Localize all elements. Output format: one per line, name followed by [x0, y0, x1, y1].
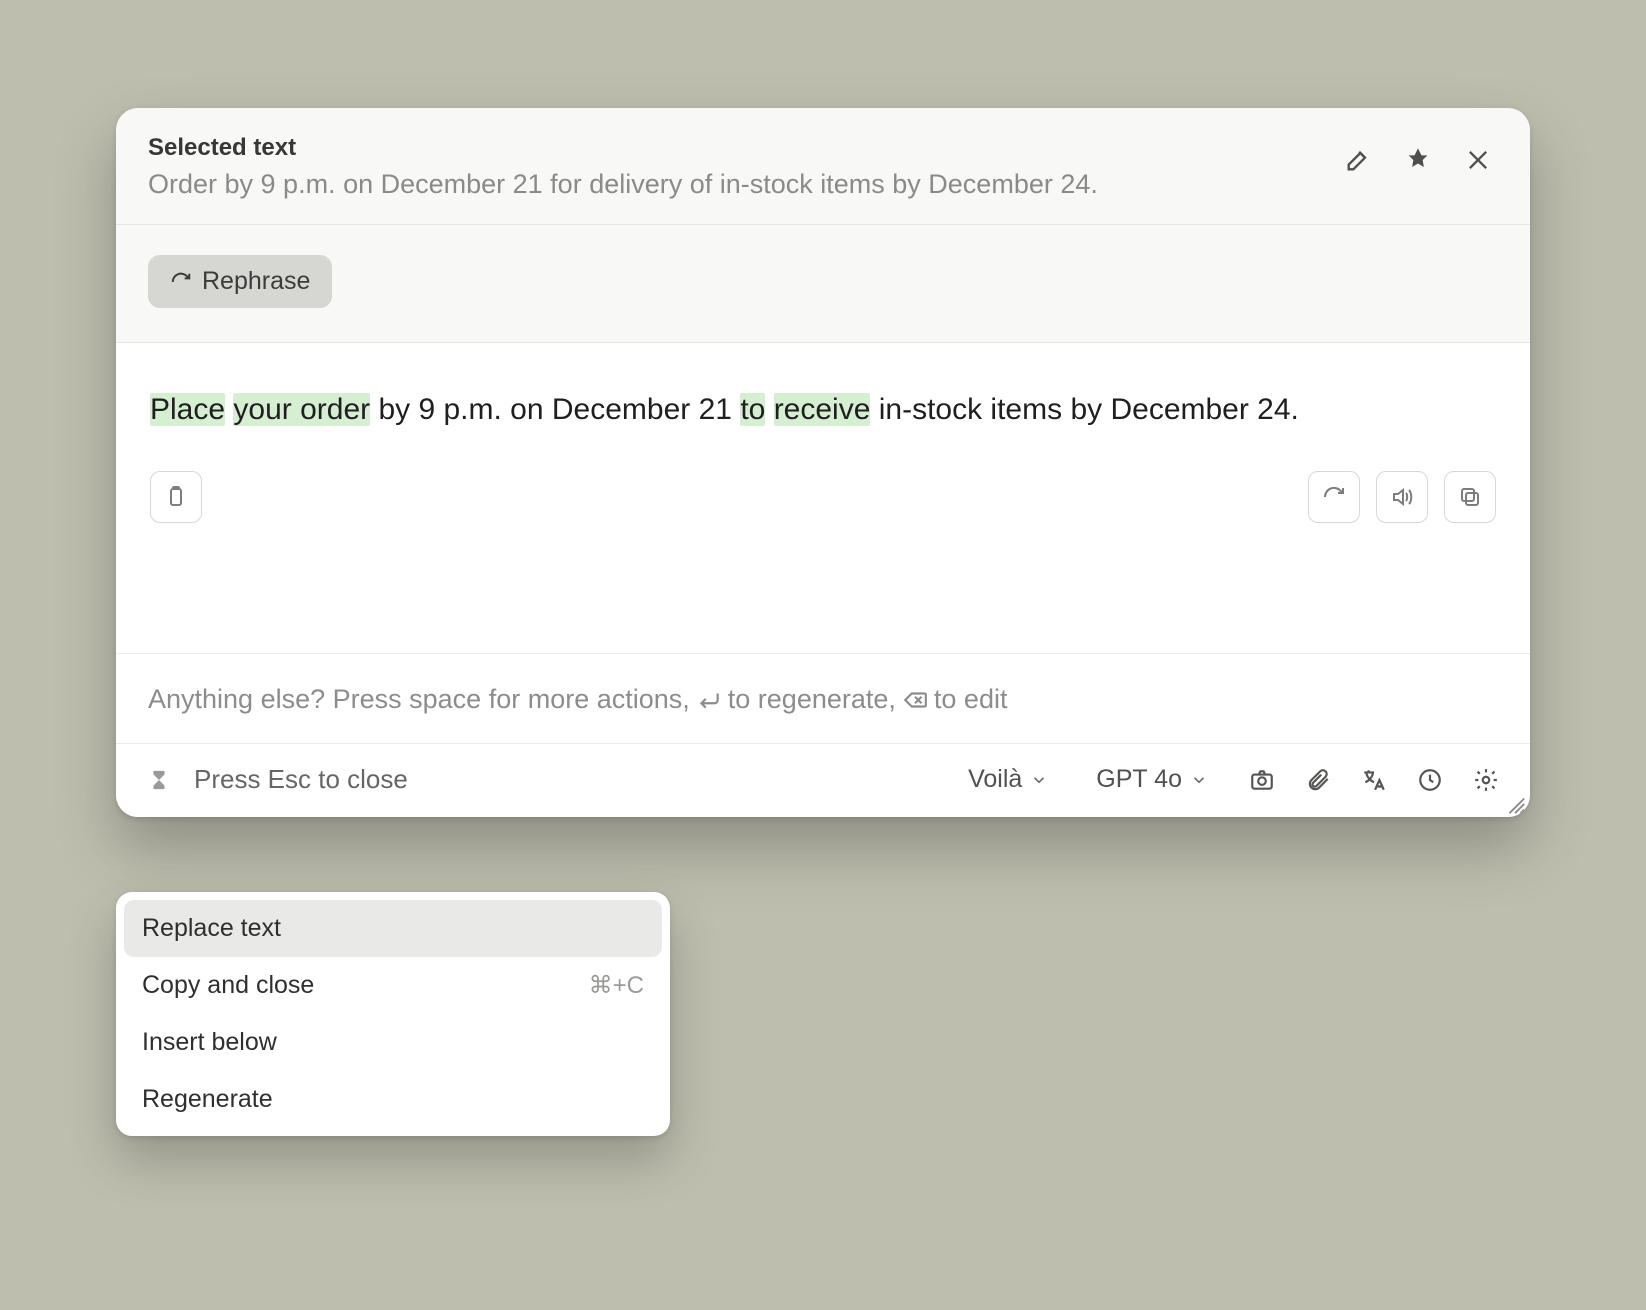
hint-part-3: to edit [934, 684, 1008, 715]
result-word [765, 393, 773, 426]
speak-button[interactable] [1376, 471, 1428, 523]
esc-hint: Press Esc to close [194, 764, 408, 795]
model-dropdown[interactable]: GPT 4o [1096, 765, 1208, 794]
chevron-down-icon [1190, 771, 1208, 789]
footer-icon-group [1248, 766, 1500, 794]
translate-icon[interactable] [1360, 766, 1388, 794]
result-word: in-stock items by December 24. [870, 393, 1298, 426]
backspace-icon [902, 687, 928, 713]
return-icon [696, 687, 722, 713]
hint-part-1: Anything else? Press space for more acti… [148, 684, 690, 715]
highlighted-word: receive [774, 393, 871, 426]
camera-icon[interactable] [1248, 766, 1276, 794]
rephrase-chip[interactable]: Rephrase [148, 255, 332, 308]
edit-icon[interactable] [1342, 144, 1374, 176]
hourglass-icon [146, 767, 172, 793]
panel-header: Selected text Order by 9 p.m. on Decembe… [116, 108, 1530, 224]
prompt-hint[interactable]: Anything else? Press space for more acti… [116, 653, 1530, 743]
result-word: by 9 p.m. on December 21 [370, 393, 740, 426]
panel-footer: Press Esc to close Voilà GPT 4o [116, 743, 1530, 817]
copy-icon [1458, 485, 1482, 509]
clipboard-button[interactable] [150, 471, 202, 523]
highlighted-word: your order [233, 393, 370, 426]
brand-label: Voilà [968, 765, 1022, 794]
speaker-icon [1390, 485, 1414, 509]
regenerate-button[interactable] [1308, 471, 1360, 523]
menu-item[interactable]: Copy and close ⌘+C [124, 957, 662, 1014]
pin-icon[interactable] [1402, 144, 1434, 176]
close-icon[interactable] [1462, 144, 1494, 176]
brand-dropdown[interactable]: Voilà [968, 765, 1048, 794]
result-action-row [150, 471, 1496, 523]
attachment-icon[interactable] [1304, 766, 1332, 794]
rephrase-chip-label: Rephrase [202, 267, 310, 296]
highlighted-word: to [740, 393, 765, 426]
hint-part-2: to regenerate, [728, 684, 896, 715]
history-icon[interactable] [1416, 766, 1444, 794]
settings-icon[interactable] [1472, 766, 1500, 794]
header-text-block: Selected text Order by 9 p.m. on Decembe… [148, 134, 1322, 202]
copy-button[interactable] [1444, 471, 1496, 523]
model-label: GPT 4o [1096, 765, 1182, 794]
menu-item-label: Regenerate [142, 1085, 273, 1114]
menu-item[interactable]: Regenerate [124, 1071, 662, 1128]
selected-text-value: Order by 9 p.m. on December 21 for deliv… [148, 166, 1322, 202]
context-menu: Replace text Copy and close ⌘+C Insert belo… [116, 892, 670, 1136]
menu-item[interactable]: Replace text [124, 900, 662, 957]
resize-handle[interactable] [1504, 793, 1526, 815]
menu-item-label: Replace text [142, 914, 281, 943]
action-chip-row: Rephrase [116, 224, 1530, 343]
menu-item[interactable]: Insert below [124, 1014, 662, 1071]
clipboard-icon [164, 485, 188, 509]
refresh-icon [170, 271, 192, 293]
menu-item-label: Copy and close [142, 971, 314, 1000]
chevron-down-icon [1030, 771, 1048, 789]
result-text: Place your order by 9 p.m. on December 2… [150, 389, 1496, 431]
result-area: Place your order by 9 p.m. on December 2… [116, 343, 1530, 653]
result-right-buttons [1308, 471, 1496, 523]
highlighted-word: Place [150, 393, 225, 426]
selected-text-label: Selected text [148, 134, 1322, 162]
menu-item-shortcut: ⌘+C [589, 971, 644, 1000]
refresh-icon [1322, 485, 1346, 509]
header-icon-group [1342, 134, 1494, 176]
menu-item-label: Insert below [142, 1028, 277, 1057]
assistant-panel: Selected text Order by 9 p.m. on Decembe… [116, 108, 1530, 817]
